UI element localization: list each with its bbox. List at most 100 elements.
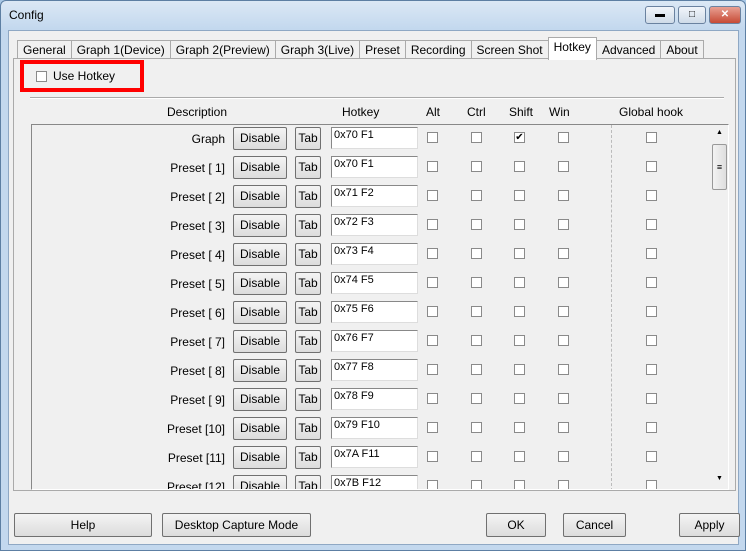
vertical-scrollbar[interactable]: ▲ ≡ ▼ xyxy=(712,125,728,489)
tab-button[interactable]: Tab xyxy=(295,475,321,489)
win-checkbox[interactable] xyxy=(558,393,569,404)
tab-general[interactable]: General xyxy=(17,40,72,60)
global-checkbox[interactable] xyxy=(646,306,657,317)
alt-checkbox[interactable] xyxy=(427,277,438,288)
scroll-down-icon[interactable]: ▼ xyxy=(716,475,723,482)
cancel-button[interactable]: Cancel xyxy=(563,513,626,537)
win-checkbox[interactable] xyxy=(558,277,569,288)
global-checkbox[interactable] xyxy=(646,451,657,462)
alt-checkbox[interactable] xyxy=(427,161,438,172)
shift-checkbox[interactable] xyxy=(514,306,525,317)
global-checkbox[interactable] xyxy=(646,393,657,404)
ctrl-checkbox[interactable] xyxy=(471,451,482,462)
hotkey-input[interactable]: 0x76 F7 xyxy=(331,330,418,352)
apply-button[interactable]: Apply xyxy=(679,513,740,537)
disable-button[interactable]: Disable xyxy=(233,446,287,469)
shift-checkbox[interactable] xyxy=(514,335,525,346)
hotkey-input[interactable]: 0x75 F6 xyxy=(331,301,418,323)
tab-recording[interactable]: Recording xyxy=(404,40,472,60)
win-checkbox[interactable] xyxy=(558,248,569,259)
ctrl-checkbox[interactable] xyxy=(471,306,482,317)
global-checkbox[interactable] xyxy=(646,277,657,288)
shift-checkbox[interactable] xyxy=(514,219,525,230)
help-button[interactable]: Help xyxy=(14,513,152,537)
global-checkbox[interactable] xyxy=(646,480,657,489)
close-button[interactable]: ✕ xyxy=(709,6,741,24)
tab-button[interactable]: Tab xyxy=(295,417,321,440)
tab-advanced[interactable]: Advanced xyxy=(595,40,662,60)
tab-graph-1-device-[interactable]: Graph 1(Device) xyxy=(70,40,171,60)
hotkey-input[interactable]: 0x74 F5 xyxy=(331,272,418,294)
ctrl-checkbox[interactable] xyxy=(471,132,482,143)
hotkey-input[interactable]: 0x77 F8 xyxy=(331,359,418,381)
tab-graph-2-preview-[interactable]: Graph 2(Preview) xyxy=(169,40,276,60)
shift-checkbox[interactable] xyxy=(514,190,525,201)
shift-checkbox[interactable] xyxy=(514,451,525,462)
tab-button[interactable]: Tab xyxy=(295,156,321,179)
win-checkbox[interactable] xyxy=(558,364,569,375)
tab-button[interactable]: Tab xyxy=(295,185,321,208)
shift-checkbox[interactable]: ✔ xyxy=(514,132,525,143)
global-checkbox[interactable] xyxy=(646,161,657,172)
ctrl-checkbox[interactable] xyxy=(471,219,482,230)
tab-button[interactable]: Tab xyxy=(295,214,321,237)
global-checkbox[interactable] xyxy=(646,132,657,143)
win-checkbox[interactable] xyxy=(558,422,569,433)
hotkey-input[interactable]: 0x71 F2 xyxy=(331,185,418,207)
shift-checkbox[interactable] xyxy=(514,393,525,404)
hotkey-input[interactable]: 0x7B F12 xyxy=(331,475,418,489)
tab-button[interactable]: Tab xyxy=(295,243,321,266)
disable-button[interactable]: Disable xyxy=(233,359,287,382)
disable-button[interactable]: Disable xyxy=(233,475,287,489)
scroll-up-icon[interactable]: ▲ xyxy=(716,129,723,136)
ok-button[interactable]: OK xyxy=(486,513,546,537)
ctrl-checkbox[interactable] xyxy=(471,393,482,404)
global-checkbox[interactable] xyxy=(646,422,657,433)
win-checkbox[interactable] xyxy=(558,190,569,201)
ctrl-checkbox[interactable] xyxy=(471,161,482,172)
tab-screen-shot[interactable]: Screen Shot xyxy=(470,40,549,60)
win-checkbox[interactable] xyxy=(558,480,569,489)
tab-about[interactable]: About xyxy=(660,40,704,60)
hotkey-input[interactable]: 0x70 F1 xyxy=(331,127,418,149)
alt-checkbox[interactable] xyxy=(427,480,438,489)
alt-checkbox[interactable] xyxy=(427,219,438,230)
shift-checkbox[interactable] xyxy=(514,422,525,433)
global-checkbox[interactable] xyxy=(646,190,657,201)
disable-button[interactable]: Disable xyxy=(233,156,287,179)
tab-button[interactable]: Tab xyxy=(295,301,321,324)
win-checkbox[interactable] xyxy=(558,335,569,346)
use-hotkey-checkbox[interactable] xyxy=(36,71,47,82)
alt-checkbox[interactable] xyxy=(427,190,438,201)
win-checkbox[interactable] xyxy=(558,451,569,462)
shift-checkbox[interactable] xyxy=(514,480,525,489)
ctrl-checkbox[interactable] xyxy=(471,335,482,346)
disable-button[interactable]: Disable xyxy=(233,388,287,411)
hotkey-input[interactable]: 0x78 F9 xyxy=(331,388,418,410)
shift-checkbox[interactable] xyxy=(514,364,525,375)
tab-button[interactable]: Tab xyxy=(295,446,321,469)
global-checkbox[interactable] xyxy=(646,219,657,230)
disable-button[interactable]: Disable xyxy=(233,301,287,324)
hotkey-input[interactable]: 0x73 F4 xyxy=(331,243,418,265)
disable-button[interactable]: Disable xyxy=(233,127,287,150)
global-checkbox[interactable] xyxy=(646,335,657,346)
global-checkbox[interactable] xyxy=(646,248,657,259)
alt-checkbox[interactable] xyxy=(427,393,438,404)
shift-checkbox[interactable] xyxy=(514,161,525,172)
desktop-capture-mode-button[interactable]: Desktop Capture Mode xyxy=(162,513,311,537)
alt-checkbox[interactable] xyxy=(427,335,438,346)
tab-graph-3-live-[interactable]: Graph 3(Live) xyxy=(274,40,361,60)
disable-button[interactable]: Disable xyxy=(233,214,287,237)
global-checkbox[interactable] xyxy=(646,364,657,375)
win-checkbox[interactable] xyxy=(558,219,569,230)
disable-button[interactable]: Disable xyxy=(233,330,287,353)
scroll-thumb[interactable]: ≡ xyxy=(712,144,727,190)
tab-button[interactable]: Tab xyxy=(295,127,321,150)
tab-preset[interactable]: Preset xyxy=(359,40,406,60)
ctrl-checkbox[interactable] xyxy=(471,248,482,259)
tab-button[interactable]: Tab xyxy=(295,359,321,382)
ctrl-checkbox[interactable] xyxy=(471,422,482,433)
ctrl-checkbox[interactable] xyxy=(471,364,482,375)
alt-checkbox[interactable] xyxy=(427,364,438,375)
